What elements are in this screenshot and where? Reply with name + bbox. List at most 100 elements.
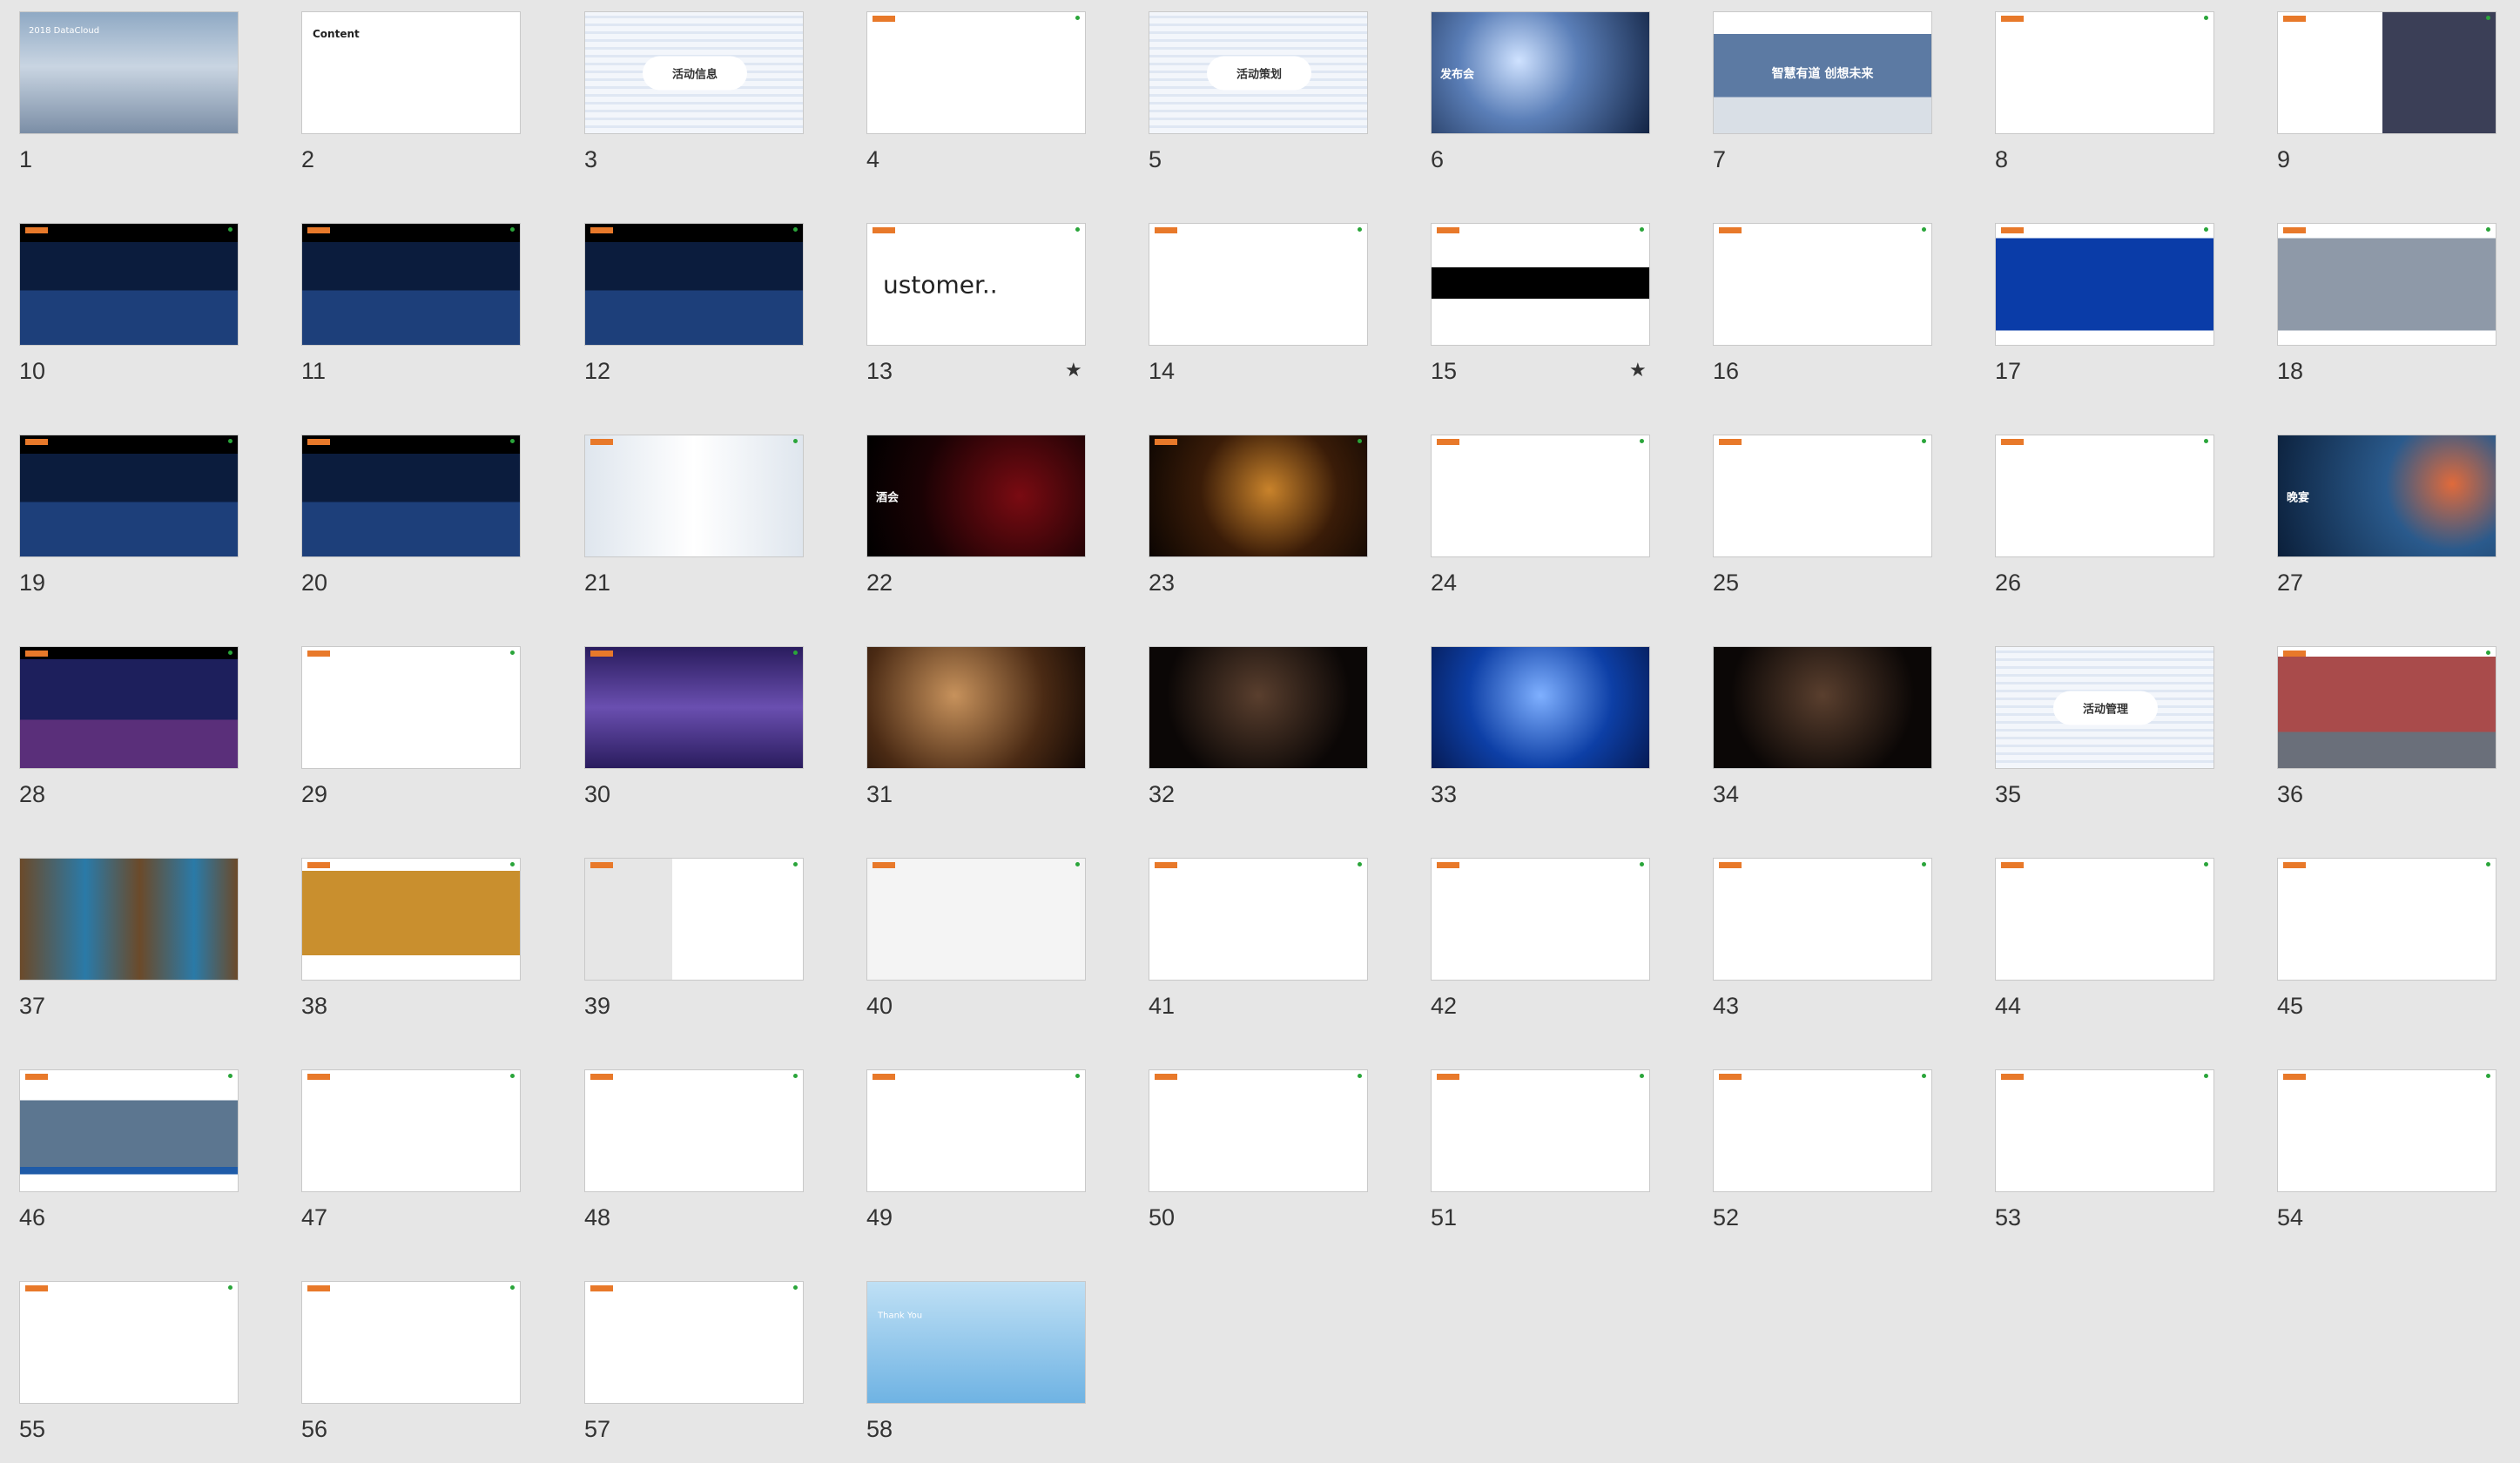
slide-thumbnail-48[interactable] (584, 1069, 804, 1192)
slide-thumbnail-46[interactable] (19, 1069, 239, 1192)
slide-thumbnail-9[interactable] (2277, 11, 2496, 134)
slide-thumbnail-29[interactable] (301, 646, 521, 769)
slide-title: 智慧有道 创想未来 (1771, 66, 1874, 81)
slide-thumbnail-5[interactable]: 活动策划 (1149, 11, 1368, 134)
slide-number: 12 (584, 358, 611, 384)
slide-thumbnail-41[interactable] (1149, 858, 1368, 981)
logo-badge-icon (307, 227, 330, 233)
slide-thumbnail-51[interactable] (1431, 1069, 1650, 1192)
slide-thumbnail-30[interactable] (584, 646, 804, 769)
slide-thumbnail-52[interactable] (1713, 1069, 1932, 1192)
slide-thumbnail-38[interactable] (301, 858, 521, 981)
slide-thumbnail-14[interactable] (1149, 223, 1368, 346)
slide-thumbnail-22[interactable]: 酒会 (866, 435, 1086, 557)
slide-thumbnail-43[interactable] (1713, 858, 1932, 981)
slide-thumbnail-4[interactable] (866, 11, 1086, 134)
slide-thumbnail-24[interactable] (1431, 435, 1650, 557)
animation-star-icon: ★ (1629, 359, 1647, 381)
logo-badge-icon (2283, 1074, 2306, 1080)
slide-thumbnail-57[interactable] (584, 1281, 804, 1404)
slide-number: 6 (1431, 146, 1445, 172)
slide-thumbnail-21[interactable] (584, 435, 804, 557)
slide-thumbnail-17[interactable] (1995, 223, 2214, 346)
green-dot-icon (1358, 227, 1362, 232)
slide-thumbnail-36[interactable] (2277, 646, 2496, 769)
slide-thumbnail-3[interactable]: 活动信息 (584, 11, 804, 134)
slide-number: 42 (1431, 993, 1458, 1019)
logo-badge-icon (1719, 862, 1742, 868)
slide-thumbnail-35[interactable]: 活动管理 (1995, 646, 2214, 769)
slide-thumbnail-45[interactable] (2277, 858, 2496, 981)
slide-thumbnail-27[interactable]: 晚宴 (2277, 435, 2496, 557)
green-dot-icon (1075, 862, 1080, 866)
logo-badge-icon (590, 227, 613, 233)
slide-thumbnail-44[interactable] (1995, 858, 2214, 981)
slide-number: 11 (301, 358, 327, 384)
slide-thumbnail-54[interactable] (2277, 1069, 2496, 1192)
logo-badge-icon (1437, 227, 1459, 233)
slide-thumbnail-26[interactable] (1995, 435, 2214, 557)
slide-thumbnail-39[interactable] (584, 858, 804, 981)
slide-thumbnail-13[interactable]: ustomer.. (866, 223, 1086, 346)
slide-thumbnail-34[interactable] (1713, 646, 1932, 769)
green-dot-icon (1922, 439, 1926, 443)
slide-title: 活动策划 (1207, 56, 1311, 90)
slide-thumbnail-12[interactable] (584, 223, 804, 346)
slide-thumbnail-42[interactable] (1431, 858, 1650, 981)
logo-badge-icon (590, 1074, 613, 1080)
slide-thumbnail-56[interactable] (301, 1281, 521, 1404)
slide-thumbnail-20[interactable] (301, 435, 521, 557)
logo-badge-icon (2283, 16, 2306, 22)
slide-number: 13 (866, 358, 893, 384)
slide-thumbnail-7[interactable]: 智慧有道 创想未来 (1713, 11, 1932, 134)
slide-thumbnail-28[interactable] (19, 646, 239, 769)
slide-thumbnail-37[interactable] (19, 858, 239, 981)
slide-thumbnail-32[interactable] (1149, 646, 1368, 769)
slide-thumbnail-19[interactable] (19, 435, 239, 557)
slide-thumbnail-11[interactable] (301, 223, 521, 346)
slide-number: 23 (1149, 570, 1176, 596)
slide-thumbnail-33[interactable] (1431, 646, 1650, 769)
slide-thumbnail-55[interactable] (19, 1281, 239, 1404)
slide-number: 46 (19, 1204, 46, 1230)
slide-thumbnail-6[interactable]: 发布会 (1431, 11, 1650, 134)
logo-badge-icon (2283, 651, 2306, 657)
slide-number: 41 (1149, 993, 1176, 1019)
slide-thumbnail-47[interactable] (301, 1069, 521, 1192)
slide-number: 8 (1995, 146, 2009, 172)
slide-number: 21 (584, 570, 611, 596)
logo-badge-icon (873, 227, 895, 233)
green-dot-icon (2486, 227, 2490, 232)
slide-number: 29 (301, 781, 328, 807)
logo-badge-icon (25, 439, 48, 445)
slide-thumbnail-53[interactable] (1995, 1069, 2214, 1192)
logo-badge-icon (1437, 862, 1459, 868)
slide-thumbnail-40[interactable] (866, 858, 1086, 981)
slide-thumbnail-49[interactable] (866, 1069, 1086, 1192)
slide-number: 10 (19, 358, 46, 384)
slide-thumbnail-18[interactable] (2277, 223, 2496, 346)
logo-badge-icon (1719, 227, 1742, 233)
slide-number: 39 (584, 993, 611, 1019)
slide-number: 47 (301, 1204, 328, 1230)
slide-thumbnail-25[interactable] (1713, 435, 1932, 557)
slide-thumbnail-8[interactable] (1995, 11, 2214, 134)
slide-thumbnail-2[interactable]: Content (301, 11, 521, 134)
logo-badge-icon (2001, 862, 2024, 868)
slide-thumbnail-1[interactable]: 2018 DataCloud (19, 11, 239, 134)
green-dot-icon (793, 227, 798, 232)
slide-number: 24 (1431, 570, 1458, 596)
slide-thumbnail-50[interactable] (1149, 1069, 1368, 1192)
slide-thumbnail-15[interactable] (1431, 223, 1650, 346)
green-dot-icon (2486, 862, 2490, 866)
slide-thumbnail-23[interactable] (1149, 435, 1368, 557)
slide-thumbnail-31[interactable] (866, 646, 1086, 769)
slide-thumbnail-16[interactable] (1713, 223, 1932, 346)
slide-thumbnail-58[interactable]: Thank You (866, 1281, 1086, 1404)
slide-number: 48 (584, 1204, 611, 1230)
slide-number: 36 (2277, 781, 2304, 807)
slide-number: 56 (301, 1416, 328, 1442)
green-dot-icon (2204, 439, 2208, 443)
green-dot-icon (793, 862, 798, 866)
slide-thumbnail-10[interactable] (19, 223, 239, 346)
